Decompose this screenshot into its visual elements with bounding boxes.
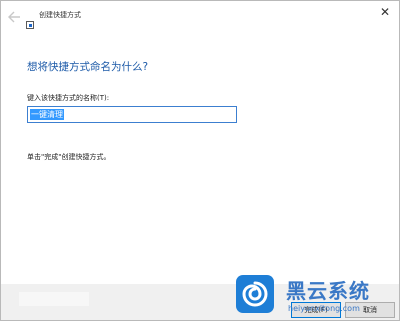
watermark-url: heiyunxitong.com: [288, 304, 360, 313]
shortcut-app-icon: [26, 14, 34, 29]
page-heading: 想将快捷方式命名为什么?: [27, 61, 149, 73]
footer-blank-area: [19, 292, 89, 306]
title-bar: 创建快捷方式 ✕: [1, 1, 399, 31]
window-title: 创建快捷方式: [39, 11, 81, 19]
shortcut-name-label: 键入该快捷方式的名称(T):: [27, 94, 110, 102]
shortcut-name-input[interactable]: 一键清理: [27, 106, 237, 123]
watermark-name: 黑云系统: [286, 279, 370, 303]
create-shortcut-dialog: 创建快捷方式 ✕ 想将快捷方式命名为什么? 键入该快捷方式的名称(T): 一键清…: [0, 0, 400, 321]
finish-hint-text: 单击"完成"创建快捷方式。: [27, 153, 111, 161]
shortcut-name-value: 一键清理: [30, 109, 64, 120]
back-arrow-icon[interactable]: [5, 9, 23, 25]
spiral-logo-icon: [236, 275, 274, 313]
close-icon[interactable]: ✕: [377, 4, 393, 20]
